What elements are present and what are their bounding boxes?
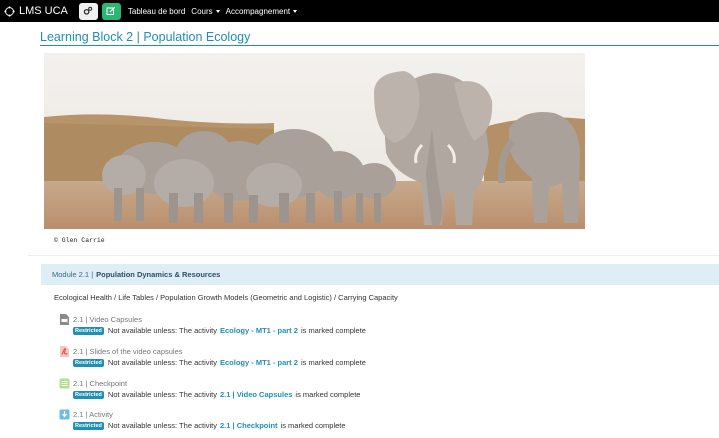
gears-icon (84, 6, 93, 15)
activity-name[interactable]: 2.1 | Checkpoint (73, 379, 127, 388)
nav-dashboard[interactable]: Tableau de bord (128, 7, 185, 16)
restriction-link[interactable]: 2.1 | Checkpoint (220, 421, 278, 430)
edit-mode-button[interactable] (101, 2, 121, 20)
page-title-prefix: Learning Block 2 | (40, 30, 140, 44)
banner-image-elephants (44, 53, 585, 229)
nav-courses-label: Cours (191, 6, 213, 16)
pdf-file-icon (60, 346, 69, 357)
nav-dashboard-label: Tableau de bord (127, 6, 186, 16)
page-title-main: Population Ecology (143, 30, 251, 44)
restricted-badge: Restricted (73, 421, 104, 430)
page-title: Learning Block 2 | Population Ecology (40, 30, 250, 44)
activity-name[interactable]: 2.1 | Activity (73, 410, 113, 419)
restriction-text: Not available unless: The activity (107, 421, 217, 430)
brand-link[interactable]: LMS UCA (4, 5, 68, 17)
brand-logo-icon (4, 5, 15, 17)
activity-video-capsules[interactable]: 2.1 | Video Capsules Restricted Not avai… (59, 314, 459, 340)
activity-activity[interactable]: 2.1 | Activity Restricted Not available … (59, 409, 459, 435)
activity-icon (59, 409, 70, 420)
brand-name: LMS UCA (19, 5, 68, 17)
caret-down-icon (293, 9, 298, 13)
caret-down-icon (215, 9, 220, 13)
section-divider (28, 255, 719, 256)
restricted-badge: Restricted (73, 390, 104, 399)
checkpoint-icon (59, 378, 70, 389)
activity-restriction: Restricted Not available unless: The act… (73, 390, 360, 399)
restriction-suffix: is marked complete (295, 390, 361, 399)
restriction-suffix: is marked complete (280, 421, 346, 430)
module-summary: Ecological Health / Life Tables / Popula… (54, 293, 398, 302)
edit-icon (106, 6, 116, 15)
restriction-text: Not available unless: The activity (107, 358, 217, 367)
restriction-link[interactable]: 2.1 | Video Capsules (220, 390, 292, 399)
nav-courses-dropdown[interactable]: Cours (191, 6, 220, 16)
settings-button[interactable] (78, 2, 98, 20)
activity-checkpoint[interactable]: 2.1 | Checkpoint Restricted Not availabl… (59, 378, 459, 404)
video-file-icon (60, 314, 69, 325)
restriction-suffix: is marked complete (300, 326, 366, 335)
activity-name[interactable]: 2.1 | Slides of the video capsules (73, 347, 183, 356)
restriction-link[interactable]: Ecology - MT1 - part 2 (220, 326, 298, 335)
restriction-link[interactable]: Ecology - MT1 - part 2 (220, 358, 298, 367)
title-divider (40, 45, 719, 46)
nav-support-dropdown[interactable]: Accompagnement (225, 6, 298, 16)
restricted-badge: Restricted (73, 358, 104, 367)
module-prefix: Module 2.1 | (52, 270, 94, 279)
restriction-suffix: is marked complete (300, 358, 366, 367)
activity-restriction: Restricted Not available unless: The act… (73, 358, 366, 367)
module-title: Population Dynamics & Resources (96, 270, 221, 279)
restriction-text: Not available unless: The activity (107, 326, 217, 335)
activity-name[interactable]: 2.1 | Video Capsules (73, 315, 142, 324)
activity-slides[interactable]: 2.1 | Slides of the video capsules Restr… (59, 346, 459, 372)
activity-restriction: Restricted Not available unless: The act… (73, 326, 366, 335)
restricted-badge: Restricted (73, 326, 104, 335)
nav-support-label: Accompagnement (225, 6, 291, 16)
module-header[interactable]: Module 2.1 | Population Dynamics & Resou… (41, 264, 719, 285)
image-caption: © Glen Carrie (54, 237, 105, 244)
top-navbar: LMS UCA Tableau de bord Cours Accompagne… (0, 0, 719, 22)
activity-restriction: Restricted Not available unless: The act… (73, 421, 346, 430)
restriction-text: Not available unless: The activity (107, 390, 217, 399)
